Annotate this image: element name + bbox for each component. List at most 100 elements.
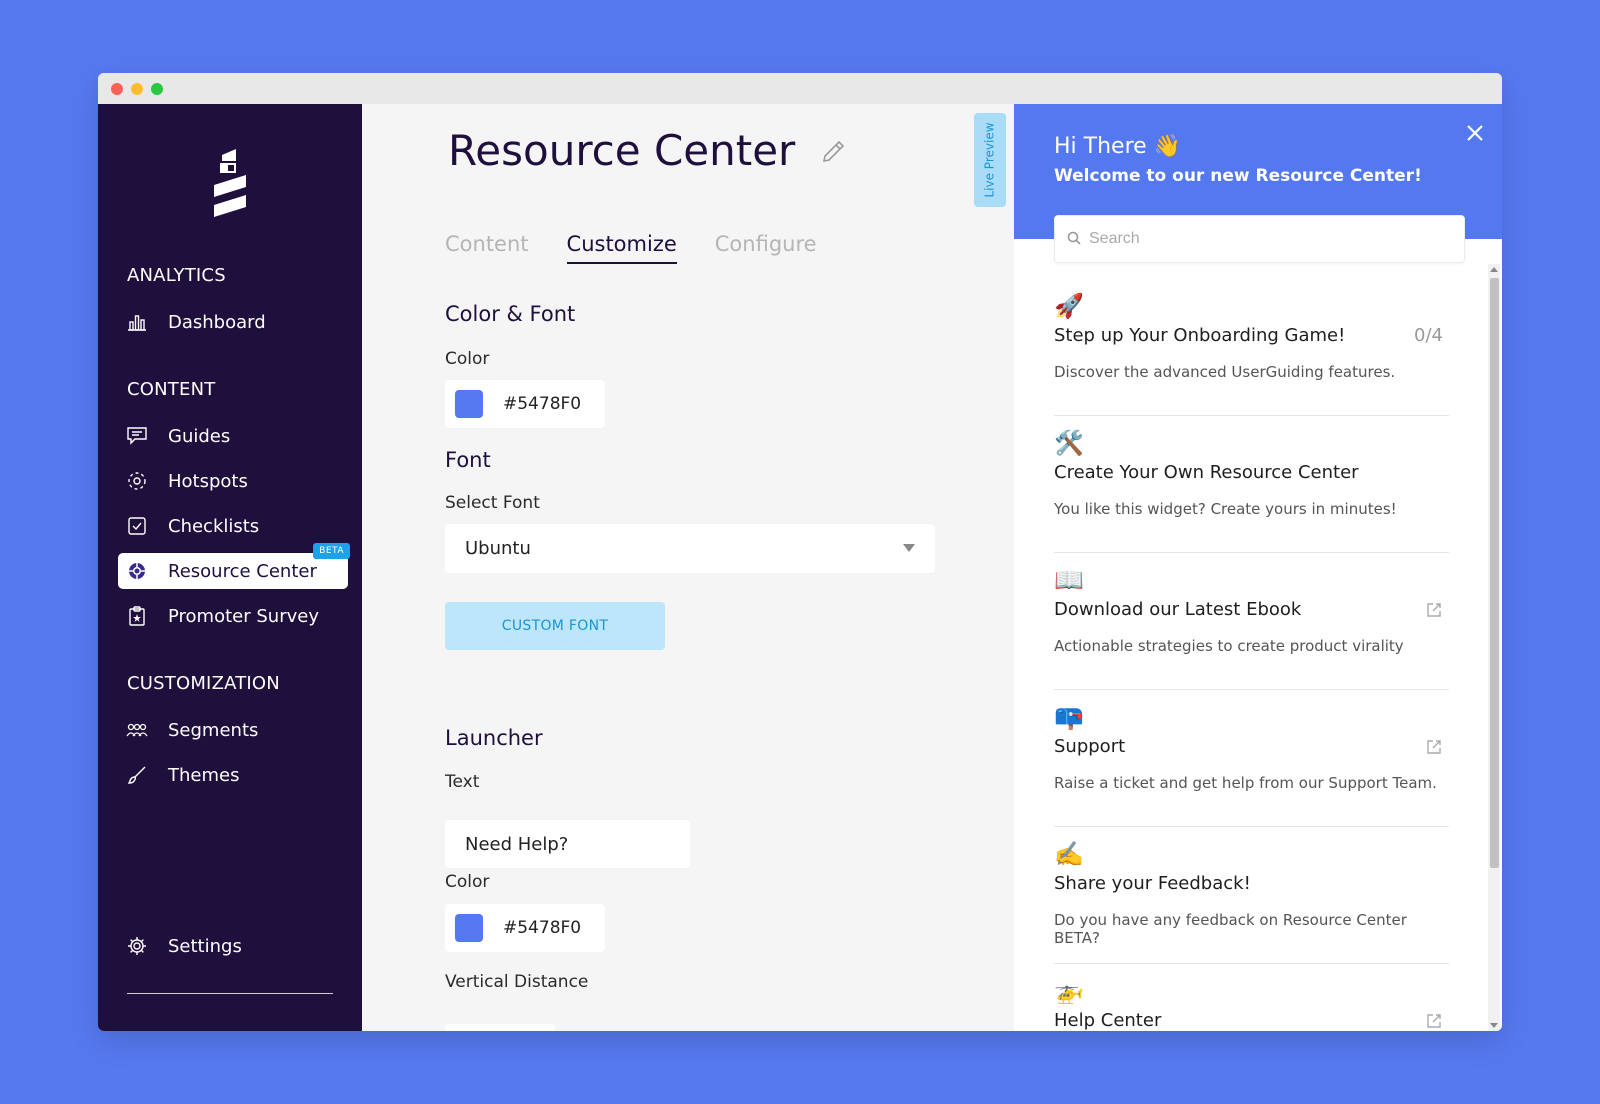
launcher-text-input[interactable]: Need Help? <box>445 820 690 868</box>
font-select-value: Ubuntu <box>465 538 531 559</box>
beta-badge: BETA <box>313 543 350 559</box>
maximize-window-button[interactable] <box>151 83 163 95</box>
item-title: Download our Latest Ebook <box>1054 599 1302 620</box>
list-item[interactable]: 📖 Download our Latest Ebook Actionable s… <box>1054 553 1449 690</box>
section-customization: CUSTOMIZATION <box>127 673 280 694</box>
section-content: CONTENT <box>127 379 216 400</box>
launcher-color-picker-field[interactable]: #5478F0 <box>445 904 605 952</box>
sidebar-item-label: Resource Center <box>168 560 317 582</box>
page-title: Resource Center <box>448 126 796 175</box>
list-item[interactable]: 🛠️ Create Your Own Resource Center You l… <box>1054 416 1449 553</box>
launcher-text-label: Text <box>445 772 480 792</box>
preview-item-list: 🚀 Step up Your Onboarding Game! 0/4 Disc… <box>1054 279 1449 1031</box>
rocket-icon: 🚀 <box>1054 292 1084 320</box>
item-progress: 0/4 <box>1414 325 1443 346</box>
search-input[interactable] <box>1089 230 1429 248</box>
sidebar-item-settings[interactable]: Settings <box>118 928 348 964</box>
sidebar-item-promoter-survey[interactable]: Promoter Survey <box>118 598 348 634</box>
item-title: Step up Your Onboarding Game! <box>1054 325 1346 346</box>
scrollbar-thumb[interactable] <box>1490 278 1499 868</box>
select-font-label: Select Font <box>445 493 540 513</box>
gear-icon <box>126 935 148 957</box>
lifebuoy-icon <box>126 560 148 582</box>
sidebar-item-guides[interactable]: Guides <box>118 418 348 454</box>
list-item[interactable]: 🚀 Step up Your Onboarding Game! 0/4 Disc… <box>1054 279 1449 416</box>
main-content: Resource Center Content Customize Config… <box>362 104 1012 1031</box>
preview-greeting: Hi There 👋 <box>1054 134 1182 159</box>
sidebar-item-resource-center[interactable]: Resource Center BETA <box>118 543 350 589</box>
sidebar-item-dashboard[interactable]: Dashboard <box>118 304 348 340</box>
book-icon: 📖 <box>1054 566 1084 594</box>
item-title: Support <box>1054 736 1126 757</box>
scroll-down-icon[interactable] <box>1490 1023 1498 1028</box>
color-picker-field[interactable]: #5478F0 <box>445 380 605 428</box>
clipboard-star-icon <box>126 605 148 627</box>
external-link-icon <box>1425 738 1443 756</box>
app-logo[interactable] <box>210 149 248 221</box>
launcher-heading: Launcher <box>445 726 543 750</box>
list-item[interactable]: 📪 Support Raise a ticket and get help fr… <box>1054 690 1449 827</box>
item-desc: Raise a ticket and get help from our Sup… <box>1054 774 1437 792</box>
tools-icon: 🛠️ <box>1054 429 1084 457</box>
mailbox-icon: 📪 <box>1054 703 1084 731</box>
close-icon[interactable] <box>1462 120 1488 146</box>
sidebar-item-label: Hotspots <box>168 470 248 492</box>
section-analytics: ANALYTICS <box>127 265 226 286</box>
pencil-icon[interactable] <box>820 137 848 165</box>
sidebar-divider <box>127 993 333 994</box>
preview-welcome: Welcome to our new Resource Center! <box>1054 166 1422 186</box>
item-title: Help Center <box>1054 1010 1162 1031</box>
color-value: #5478F0 <box>503 394 582 414</box>
sidebar-item-checklists[interactable]: Checklists <box>118 508 348 544</box>
item-desc: Actionable strategies to create product … <box>1054 637 1404 655</box>
preview-search[interactable] <box>1054 215 1465 263</box>
close-window-button[interactable] <box>111 83 123 95</box>
live-preview-label: Live Preview <box>983 122 997 198</box>
item-desc: You like this widget? Create yours in mi… <box>1054 500 1397 518</box>
bar-chart-icon <box>126 311 148 333</box>
item-title: Share your Feedback! <box>1054 873 1251 894</box>
window-titlebar <box>98 73 1502 104</box>
checkbox-icon <box>126 515 148 537</box>
custom-font-button[interactable]: CUSTOM FONT <box>445 602 665 650</box>
sidebar-item-label: Promoter Survey <box>168 605 319 627</box>
color-font-heading: Color & Font <box>445 302 576 326</box>
tab-customize[interactable]: Customize <box>566 232 677 264</box>
vertical-distance-label: Vertical Distance <box>445 972 589 992</box>
helicopter-icon: 🚁 <box>1054 977 1084 1005</box>
sidebar-item-themes[interactable]: Themes <box>118 757 348 793</box>
writing-hand-icon: ✍️ <box>1054 840 1084 868</box>
tab-content[interactable]: Content <box>445 232 529 264</box>
item-desc: Do you have any feedback on Resource Cen… <box>1054 911 1407 947</box>
live-preview-toggle[interactable]: Live Preview <box>974 113 1006 207</box>
sidebar-item-label: Settings <box>168 935 242 957</box>
font-heading: Font <box>445 448 491 472</box>
color-value: #5478F0 <box>503 918 582 938</box>
minimize-window-button[interactable] <box>131 83 143 95</box>
tab-bar: Content Customize Configure <box>445 232 817 264</box>
search-icon <box>1067 230 1081 249</box>
sidebar-item-label: Checklists <box>168 515 260 537</box>
sidebar-item-label: Segments <box>168 719 259 741</box>
item-title: Create Your Own Resource Center <box>1054 462 1359 483</box>
resource-center-preview: Hi There 👋 Welcome to our new Resource C… <box>1014 104 1502 1031</box>
scroll-up-icon[interactable] <box>1490 267 1498 272</box>
font-select[interactable]: Ubuntu <box>445 524 935 573</box>
sidebar: ANALYTICS Dashboard CONTENT Guides Hotsp… <box>98 104 362 1031</box>
preview-scrollbar[interactable] <box>1488 264 1500 1031</box>
item-desc: Discover the advanced UserGuiding featur… <box>1054 363 1396 381</box>
vertical-distance-input[interactable] <box>445 1024 555 1031</box>
sidebar-item-label: Dashboard <box>168 311 266 333</box>
color-label: Color <box>445 349 490 369</box>
app-window: ANALYTICS Dashboard CONTENT Guides Hotsp… <box>98 73 1502 1031</box>
brush-icon <box>126 764 148 786</box>
list-item[interactable]: 🚁 Help Center <box>1054 964 1449 1031</box>
caret-down-icon <box>903 544 915 552</box>
color-swatch[interactable] <box>455 914 483 942</box>
tab-configure[interactable]: Configure <box>715 232 817 264</box>
list-item[interactable]: ✍️ Share your Feedback! Do you have any … <box>1054 827 1449 964</box>
color-swatch[interactable] <box>455 390 483 418</box>
sidebar-item-segments[interactable]: Segments <box>118 712 348 748</box>
external-link-icon <box>1425 1012 1443 1030</box>
sidebar-item-hotspots[interactable]: Hotspots <box>118 463 348 499</box>
